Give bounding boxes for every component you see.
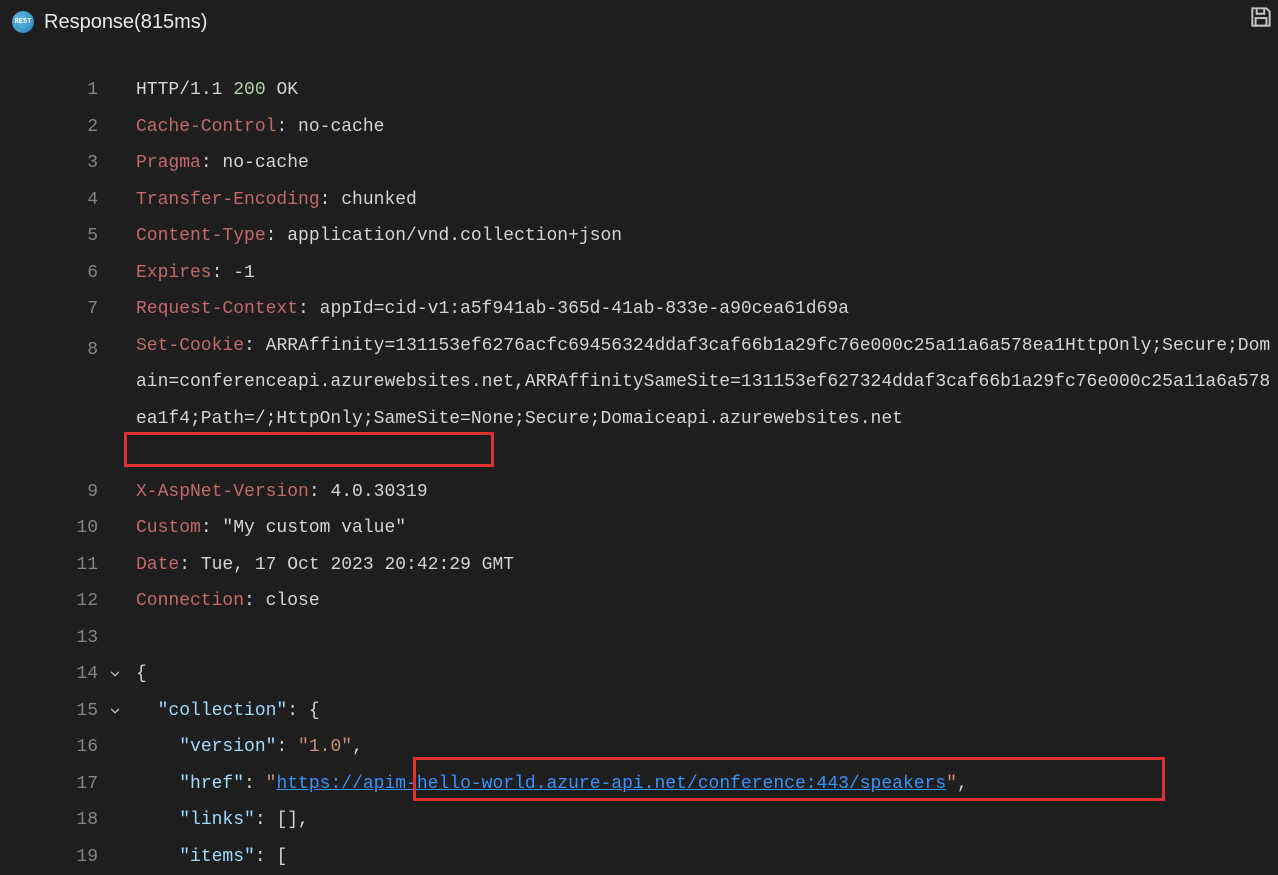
code-line[interactable]: { [136, 656, 1276, 693]
line-number: 9 [0, 474, 128, 511]
code-line[interactable]: Content-Type: application/vnd.collection… [136, 218, 1276, 255]
response-title: Response(815ms) [44, 11, 207, 34]
code-line[interactable]: Cache-Control: no-cache [136, 109, 1276, 146]
response-header: REST Response(815ms) [0, 0, 1278, 44]
line-number: 15 [0, 693, 128, 730]
line-number-gutter: 12345678910111213141516171819 [0, 72, 128, 875]
code-line[interactable]: Pragma: no-cache [136, 145, 1276, 182]
line-number: 10 [0, 510, 128, 547]
line-number: 7 [0, 291, 128, 328]
code-line[interactable]: HTTP/1.1 200 OK [136, 72, 1276, 109]
line-number: 19 [0, 839, 128, 875]
code-line[interactable]: Custom: "My custom value" [136, 510, 1276, 547]
rest-icon: REST [12, 11, 34, 33]
line-number: 1 [0, 72, 128, 109]
code-area[interactable]: HTTP/1.1 200 OKCache-Control: no-cachePr… [128, 72, 1276, 875]
code-line[interactable]: "version": "1.0", [136, 729, 1276, 766]
rest-icon-label: REST [15, 18, 32, 26]
line-number: 6 [0, 255, 128, 292]
line-number: 16 [0, 729, 128, 766]
code-line[interactable]: Set-Cookie: ARRAffinity=131153ef6276acfc… [136, 328, 1276, 474]
code-line[interactable]: "href": "https://apim-hello-world.azure-… [136, 766, 1276, 803]
code-line[interactable]: Date: Tue, 17 Oct 2023 20:42:29 GMT [136, 547, 1276, 584]
line-number: 17 [0, 766, 128, 803]
response-editor[interactable]: 12345678910111213141516171819 HTTP/1.1 2… [0, 44, 1278, 875]
code-line[interactable]: "items": [ [136, 839, 1276, 875]
line-number: 13 [0, 620, 128, 657]
code-line[interactable]: Connection: close [136, 583, 1276, 620]
line-number: 14 [0, 656, 128, 693]
line-number: 5 [0, 218, 128, 255]
chevron-down-icon[interactable] [108, 667, 122, 681]
code-line[interactable] [136, 620, 1276, 657]
line-number: 3 [0, 145, 128, 182]
code-line[interactable]: "links": [], [136, 802, 1276, 839]
chevron-down-icon[interactable] [108, 704, 122, 718]
code-line[interactable]: "collection": { [136, 693, 1276, 730]
line-number: 12 [0, 583, 128, 620]
code-line[interactable]: X-AspNet-Version: 4.0.30319 [136, 474, 1276, 511]
code-line[interactable]: Request-Context: appId=cid-v1:a5f941ab-3… [136, 291, 1276, 328]
line-number: 11 [0, 547, 128, 584]
url-link[interactable]: https://apim-hello-world.azure-api.net/c… [276, 766, 946, 803]
code-line[interactable]: Expires: -1 [136, 255, 1276, 292]
line-number: 2 [0, 109, 128, 146]
line-number: 4 [0, 182, 128, 219]
line-number: 18 [0, 802, 128, 839]
save-icon[interactable] [1248, 4, 1274, 30]
line-number: 8 [0, 328, 128, 474]
code-line[interactable]: Transfer-Encoding: chunked [136, 182, 1276, 219]
